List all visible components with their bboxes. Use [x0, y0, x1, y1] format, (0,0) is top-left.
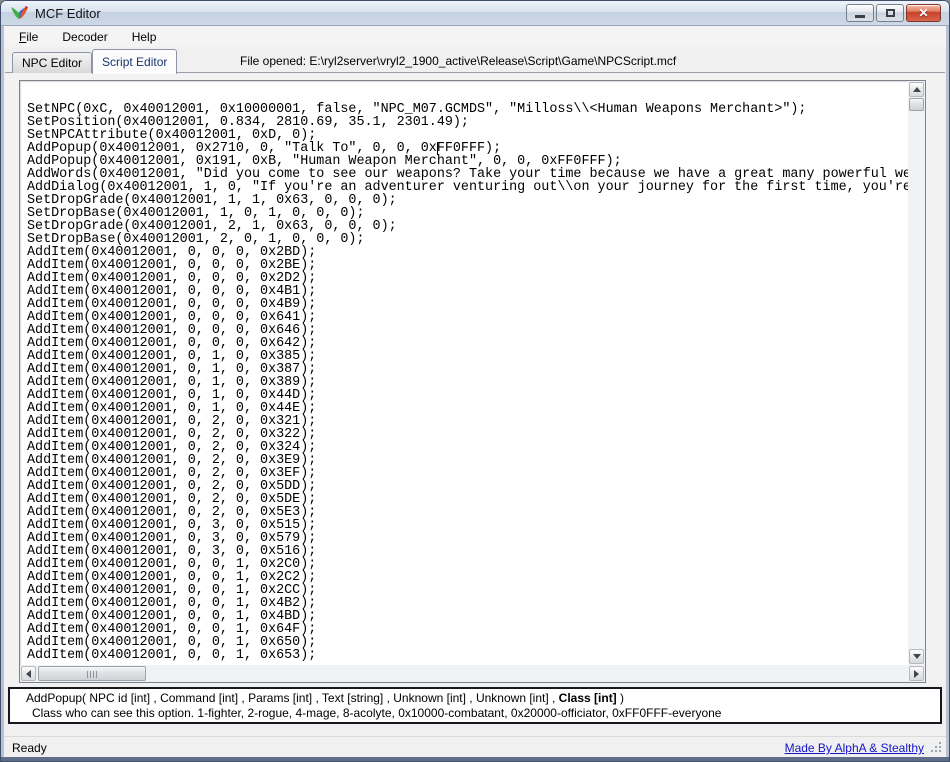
scroll-left-button[interactable] [21, 666, 36, 681]
command-description: Class who can see this option. 1-fighter… [26, 706, 940, 721]
tab-script-editor[interactable]: Script Editor [92, 49, 177, 74]
titlebar[interactable]: MCF Editor ✕ [1, 1, 949, 26]
scroll-down-button[interactable] [909, 649, 924, 664]
menu-help[interactable]: Help [123, 27, 166, 47]
app-logo-icon [9, 5, 29, 21]
maximize-icon [886, 9, 895, 17]
vertical-scrollbar-thumb[interactable] [909, 98, 924, 111]
menu-decoder[interactable]: Decoder [53, 27, 116, 47]
script-text-editor[interactable]: SetNPC(0xC, 0x40012001, 0x10000001, fals… [19, 80, 926, 683]
minimize-icon [855, 15, 865, 18]
menu-file-rest: ile [26, 30, 38, 44]
status-bar: Ready Made By AlphA & Stealthy [4, 736, 946, 757]
arrow-right-icon [914, 670, 919, 678]
signature-prefix: AddPopup( NPC id [int] , Command [int] ,… [26, 691, 559, 705]
code-line: AddItem(0x40012001, 0, 0, 1, 0x653); [27, 649, 908, 662]
menu-bar: File Decoder Help [4, 26, 946, 47]
close-icon: ✕ [918, 7, 928, 19]
tab-npc-editor[interactable]: NPC Editor [12, 52, 92, 73]
arrow-up-icon [913, 87, 921, 92]
resize-grip-icon[interactable] [931, 742, 941, 752]
scroll-up-button[interactable] [909, 82, 924, 97]
arrow-left-icon [26, 670, 31, 678]
script-editor-page: SetNPC(0xC, 0x40012001, 0x10000001, fals… [5, 72, 945, 684]
scroll-right-button[interactable] [909, 666, 924, 681]
horizontal-scrollbar-thumb[interactable] [38, 666, 146, 681]
file-opened-label: File opened: E:\ryl2server\vryl2_1900_ac… [240, 54, 676, 68]
arrow-down-icon [913, 654, 921, 659]
close-button[interactable]: ✕ [906, 4, 941, 22]
status-message: Ready [12, 741, 47, 755]
tab-strip: NPC Editor Script Editor [12, 46, 177, 73]
vertical-scrollbar[interactable] [908, 81, 925, 665]
minimize-button[interactable] [846, 4, 874, 22]
signature-suffix: ) [617, 691, 624, 705]
credits-link[interactable]: Made By AlphA & Stealthy [785, 741, 924, 755]
mcf-editor-window: MCF Editor ✕ File Decoder Help NPC Edito… [0, 0, 950, 762]
maximize-button[interactable] [876, 4, 904, 22]
signature-class-param: Class [int] [559, 691, 617, 705]
command-signature: AddPopup( NPC id [int] , Command [int] ,… [26, 691, 940, 706]
script-text-content[interactable]: SetNPC(0xC, 0x40012001, 0x10000001, fals… [20, 81, 908, 665]
horizontal-scrollbar[interactable] [20, 665, 925, 682]
window-controls: ✕ [844, 4, 941, 22]
menu-file[interactable]: File [10, 27, 47, 47]
window-title: MCF Editor [35, 6, 101, 21]
text-caret [437, 142, 438, 155]
command-help-panel: AddPopup( NPC id [int] , Command [int] ,… [8, 687, 942, 724]
